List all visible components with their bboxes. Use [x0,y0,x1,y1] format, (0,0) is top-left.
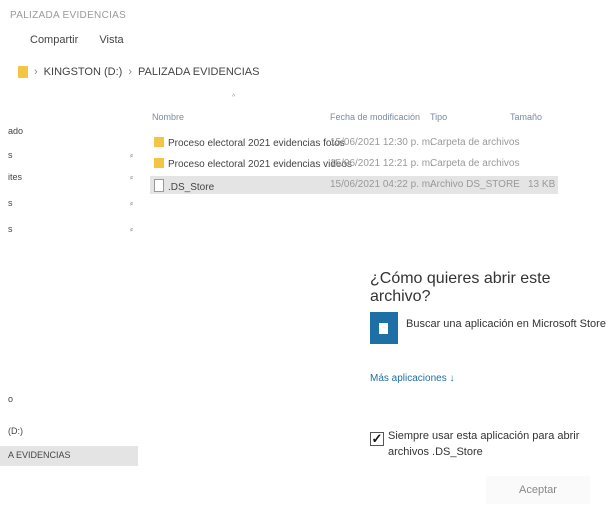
window-title: PALIZADA EVIDENCIAS [10,10,127,21]
table-row[interactable]: Proceso electoral 2021 evidencias videos… [150,155,558,173]
file-name: Proceso electoral 2021 evidencias videos [168,159,352,170]
breadcrumb-folder[interactable]: PALIZADA EVIDENCIAS [138,66,259,78]
chevron-right-icon: › [128,66,132,78]
sidebar-item-folder[interactable]: A EVIDENCIAS [8,450,71,460]
file-size: 13 KB [528,179,556,190]
file-name: Proceso electoral 2021 evidencias fotos [168,138,345,149]
sidebar-item-drive[interactable]: (D:) [8,426,23,436]
file-icon [154,179,164,192]
column-header-size[interactable]: Tamaño [510,112,542,122]
pin-icon: ⸗ [130,150,133,160]
store-option-label[interactable]: Buscar una aplicación en Microsoft Store [406,318,606,330]
pin-icon: ⸗ [130,224,133,234]
file-type: Carpeta de archivos [430,137,520,148]
sidebar-item[interactable]: ites [8,172,22,182]
pin-icon: ⸗ [130,172,133,182]
column-header-name[interactable]: Nombre [152,112,184,122]
file-type: Archivo DS_STORE [430,179,520,190]
file-date: 15/06/2021 12:21 p. m. [330,158,433,169]
dialog-question: ¿Cómo quieres abrir este archivo? [370,270,551,305]
more-apps-link[interactable]: Más aplicaciones ↓ [370,373,454,384]
file-type: Carpeta de archivos [430,158,520,169]
folder-icon [154,137,164,147]
file-date: 15/06/2021 12:30 p. m. [330,137,433,148]
always-use-label[interactable]: Siempre usar esta aplicación para abrir … [388,428,588,460]
breadcrumb-drive[interactable]: KINGSTON (D:) [44,66,123,78]
sidebar-item[interactable]: s [8,224,13,234]
file-name: .DS_Store [168,182,215,193]
ribbon-tab-compartir[interactable]: Compartir [30,34,78,46]
sort-indicator-icon: ^ [232,94,236,101]
ribbon: Compartir Vista [30,34,142,46]
table-row-selected[interactable]: .DS_Store 15/06/2021 04:22 p. m. Archivo… [150,176,558,194]
sidebar-item[interactable]: s [8,150,13,160]
folder-icon [18,66,28,78]
folder-icon [154,158,164,168]
file-date: 15/06/2021 04:22 p. m. [330,179,433,190]
column-header-type[interactable]: Tipo [430,112,447,122]
column-header-date[interactable]: Fecha de modificación [330,112,420,122]
sidebar-item[interactable]: ado [8,126,23,136]
checkbox-checked-icon[interactable]: ✓ [370,432,384,446]
pin-icon: ⸗ [130,198,133,208]
chevron-right-icon: › [34,66,38,78]
accept-button[interactable]: Aceptar [486,476,590,504]
sidebar-item[interactable]: o [8,394,13,404]
ribbon-tab-vista[interactable]: Vista [99,34,123,46]
sidebar-item[interactable]: s [8,198,13,208]
microsoft-store-icon[interactable] [370,312,398,344]
table-row[interactable]: Proceso electoral 2021 evidencias fotos … [150,134,558,152]
breadcrumb: › KINGSTON (D:) › PALIZADA EVIDENCIAS [18,66,259,78]
